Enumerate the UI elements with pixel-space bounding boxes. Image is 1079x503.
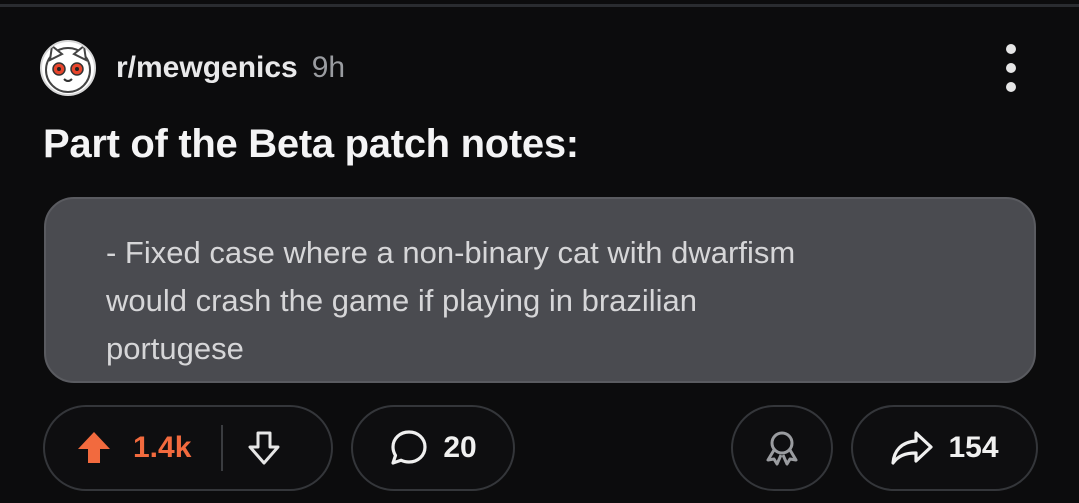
speech-bubble-icon xyxy=(391,430,427,465)
vote-control: 1.4k xyxy=(43,405,333,491)
award-ribbon-icon xyxy=(766,431,798,466)
arrow-down-icon[interactable] xyxy=(247,429,281,467)
post-age: 9h xyxy=(311,51,346,84)
subreddit-avatar[interactable] xyxy=(40,40,96,96)
vote-divider xyxy=(221,425,224,471)
vote-count: 1.4k xyxy=(133,431,192,464)
post-title[interactable]: Part of the Beta patch notes: xyxy=(43,122,579,167)
share-button[interactable]: 154 xyxy=(851,405,1038,491)
more-vertical-icon-dot-2 xyxy=(1006,63,1016,73)
top-divider xyxy=(0,4,1079,7)
comments-button[interactable]: 20 xyxy=(351,405,515,491)
post-body[interactable]: - Fixed case where a non-binary cat with… xyxy=(44,197,1036,383)
post-header: r/mewgenics 9h xyxy=(40,40,345,96)
subreddit-name[interactable]: r/mewgenics xyxy=(116,51,298,85)
more-vertical-icon xyxy=(1006,44,1016,54)
more-vertical-icon-dot-3 xyxy=(1006,82,1016,92)
cat-face-icon xyxy=(45,44,91,93)
more-options-button[interactable] xyxy=(999,44,1023,92)
share-count: 154 xyxy=(948,431,999,464)
post-body-text: - Fixed case where a non-binary cat with… xyxy=(106,235,796,366)
award-button[interactable] xyxy=(731,405,833,491)
share-arrow-icon xyxy=(891,431,934,465)
post-card: r/mewgenics 9h Part of the Beta patch no… xyxy=(0,0,1079,503)
arrow-up-icon[interactable] xyxy=(75,429,113,467)
comment-count: 20 xyxy=(443,431,477,464)
